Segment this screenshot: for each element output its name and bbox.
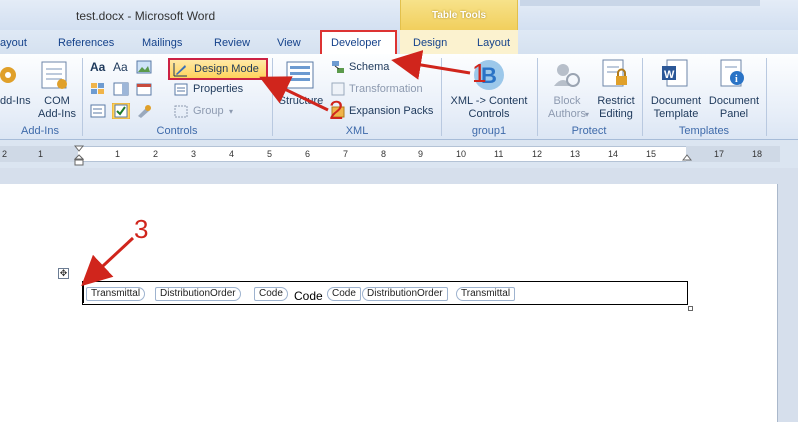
annotation-arrow-2 bbox=[259, 76, 329, 112]
annotation-number-3: 3 bbox=[134, 214, 149, 244]
annotation-number-1: 1 bbox=[472, 58, 487, 88]
annotation-arrows bbox=[81, 50, 471, 287]
annotation-arrow-1 bbox=[391, 50, 471, 80]
annotation-number-2: 2 bbox=[329, 95, 344, 125]
annotation-arrow-3 bbox=[81, 236, 135, 287]
